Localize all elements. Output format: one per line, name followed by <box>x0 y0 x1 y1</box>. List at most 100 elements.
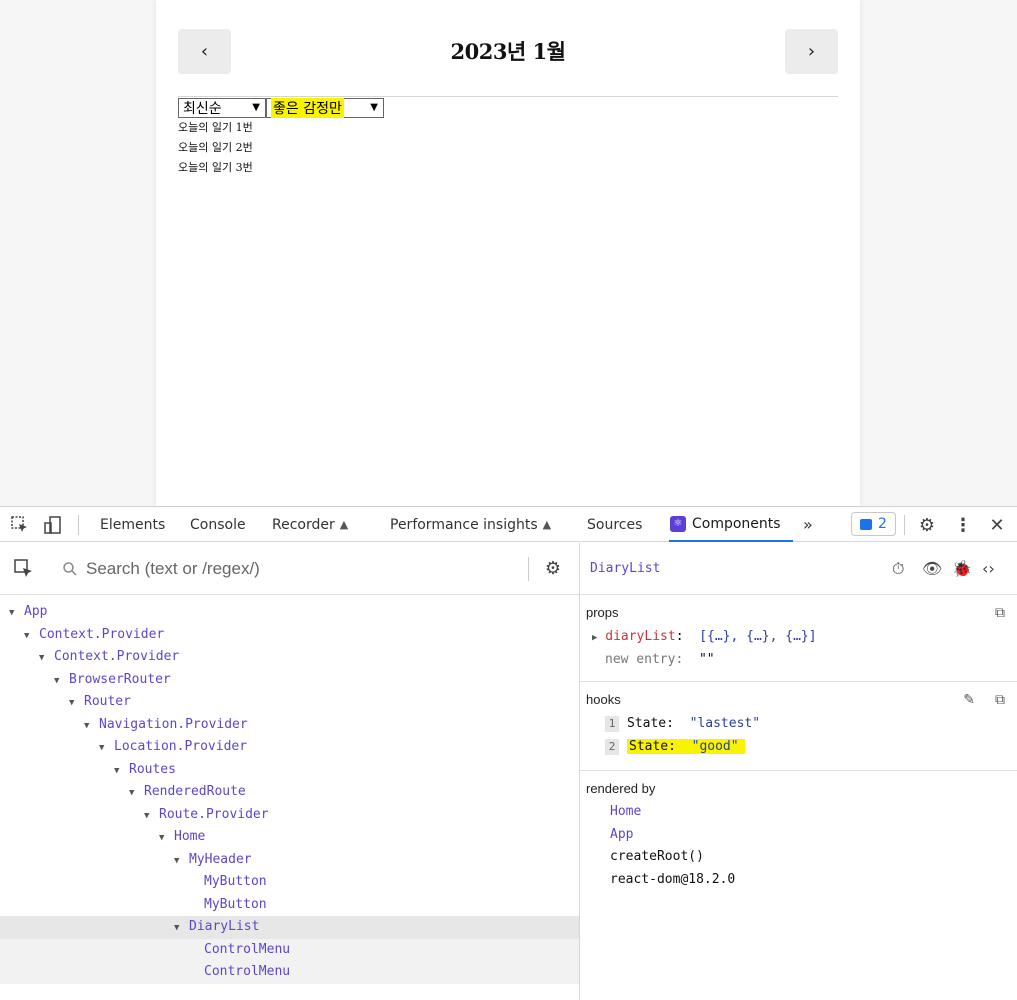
tree-row-browserrouter[interactable]: ▼ BrowserRouter <box>0 669 579 692</box>
tab-elements[interactable]: Elements <box>100 507 165 542</box>
tree-row-label: App <box>24 604 48 619</box>
close-icon[interactable]: ✕ <box>987 515 1007 536</box>
caret-down-icon[interactable]: ▼ <box>144 805 159 827</box>
select-element-icon[interactable] <box>14 559 34 579</box>
caret-right-icon[interactable]: ▶ <box>592 633 597 643</box>
tree-row-diarylist[interactable]: ▼ DiaryList <box>0 916 579 939</box>
react-icon: ⚛ <box>670 515 686 532</box>
caret-down-icon[interactable]: ▼ <box>39 647 54 669</box>
tree-searchbar: ⚙ <box>0 543 579 595</box>
hook-row[interactable]: 1 State: "lastest" <box>580 712 1017 735</box>
prop-separator: : <box>675 652 684 667</box>
stopwatch-icon[interactable]: ⏱ <box>892 559 904 579</box>
tree-row-route-provider[interactable]: ▼ Route.Provider <box>0 804 579 827</box>
device-toolbar-icon[interactable] <box>43 515 63 535</box>
flask-icon: ▲ <box>339 518 349 531</box>
header-divider <box>178 96 838 97</box>
caret-down-icon[interactable]: ▼ <box>54 670 69 692</box>
prop-value: "" <box>698 652 715 667</box>
caret-down-icon[interactable]: ▼ <box>114 760 129 782</box>
tree-row-label: Router <box>84 694 131 709</box>
tree-row-renderedroute[interactable]: ▼ RenderedRoute <box>0 781 579 804</box>
flask-icon: ▲ <box>542 518 552 531</box>
rendered-by-item[interactable]: Home <box>580 801 1017 824</box>
caret-down-icon[interactable]: ▼ <box>69 692 84 714</box>
tab-label: Sources <box>587 516 643 533</box>
prop-key: diaryList <box>605 629 676 644</box>
control-menu: 최신순 ▼ 좋은 감정만 ▼ <box>178 98 384 118</box>
issues-badge[interactable]: 2 <box>851 512 896 536</box>
filter-select[interactable]: 좋은 감정만 ▼ <box>266 98 384 118</box>
magic-wand-icon[interactable]: ✎ <box>963 692 975 708</box>
tree-row-label: MyButton <box>204 874 267 889</box>
component-tree: ▼ App ▼ Context.Provider ▼ Context.Provider ▼ B… <box>0 601 579 984</box>
tree-row-label: Home <box>174 829 206 844</box>
more-tabs-button[interactable]: » <box>803 507 813 542</box>
hook-value: "good" <box>691 739 739 754</box>
caret-down-icon[interactable]: ▼ <box>174 850 189 872</box>
prop-row[interactable]: new entry: "" <box>580 648 1017 671</box>
caret-down-icon[interactable]: ▼ <box>24 625 39 647</box>
prop-row[interactable]: ▶ diaryList: [{…}, {…}, {…}] <box>580 625 1017 648</box>
props-title: props <box>586 605 619 620</box>
message-icon <box>860 518 873 530</box>
tab-recorder[interactable]: Recorder ▲ <box>272 507 348 542</box>
tree-row-navigation-provider[interactable]: ▼ Navigation.Provider <box>0 714 579 737</box>
devtools-panel: Elements Console Recorder ▲ Performance i… <box>0 506 1017 1000</box>
chevron-down-icon: ▼ <box>252 102 260 113</box>
tree-row-home[interactable]: ▼ Home <box>0 826 579 849</box>
gear-icon[interactable]: ⚙ <box>917 515 937 536</box>
copy-icon[interactable]: ⧉ <box>995 605 1005 621</box>
gear-icon[interactable]: ⚙ <box>543 558 563 579</box>
prop-separator: : <box>675 629 684 644</box>
inspector-panel: DiaryList ⏱ 👁 🐞 ‹› props ⧉ ▶ diaryList: … <box>580 543 1017 1000</box>
tab-label: Console <box>190 516 246 533</box>
tree-row-mybutton[interactable]: MyButton <box>0 894 579 917</box>
eye-icon[interactable]: 👁 <box>922 559 942 578</box>
tree-row-myheader[interactable]: ▼ MyHeader <box>0 849 579 872</box>
caret-down-icon[interactable]: ▼ <box>84 715 99 737</box>
tree-row-controlmenu[interactable]: ControlMenu <box>0 961 579 984</box>
more-tabs-label: » <box>803 515 813 534</box>
caret-down-icon[interactable]: ▼ <box>129 782 144 804</box>
chevron-down-icon: ▼ <box>370 102 378 113</box>
issues-count: 2 <box>878 516 887 532</box>
tree-row-label: Route.Provider <box>159 806 269 822</box>
tab-components[interactable]: ⚛ Components <box>669 507 793 542</box>
code-icon[interactable]: ‹› <box>982 559 995 578</box>
hook-row[interactable]: 2 State: "good" <box>580 735 1017 758</box>
tree-row-location-provider[interactable]: ▼ Location.Provider <box>0 736 579 759</box>
list-item: 오늘의 일기 1번 <box>178 121 253 134</box>
tree-row-mybutton[interactable]: MyButton <box>0 871 579 894</box>
tab-performance-insights[interactable]: Performance insights ▲ <box>390 507 551 542</box>
caret-down-icon[interactable]: ▼ <box>99 737 114 759</box>
tree-row-label: Navigation.Provider <box>99 716 248 732</box>
inspector-header: DiaryList ⏱ 👁 🐞 ‹› <box>580 543 1017 595</box>
caret-down-icon[interactable]: ▼ <box>174 917 189 939</box>
rendered-by-title: rendered by <box>586 781 656 796</box>
hook-index: 1 <box>605 716 619 732</box>
search-input[interactable] <box>86 557 516 581</box>
tree-row-controlmenu[interactable]: ControlMenu <box>0 938 579 961</box>
sort-select[interactable]: 최신순 ▼ <box>178 98 266 118</box>
tree-row-label: ControlMenu <box>204 964 291 979</box>
tree-row-router[interactable]: ▼ Router <box>0 691 579 714</box>
tree-row-app[interactable]: ▼ App <box>0 601 579 624</box>
rendered-by-item: react-dom@18.2.0 <box>610 871 736 887</box>
inspect-element-icon[interactable] <box>10 515 30 535</box>
tree-row-routes[interactable]: ▼ Routes <box>0 759 579 782</box>
tree-row-context-provider[interactable]: ▼ Context.Provider <box>0 646 579 669</box>
copy-icon[interactable]: ⧉ <box>995 692 1005 708</box>
caret-down-icon[interactable]: ▼ <box>9 602 24 624</box>
tab-console[interactable]: Console <box>190 507 246 542</box>
tree-row-label: MyButton <box>204 896 267 912</box>
more-options-icon[interactable]: ⋮ <box>953 515 973 536</box>
tree-row-context-provider[interactable]: ▼ Context.Provider <box>0 624 579 647</box>
next-month-button[interactable]: › <box>785 29 838 74</box>
tab-sources[interactable]: Sources <box>587 507 642 542</box>
rendered-by-item[interactable]: App <box>580 824 1017 847</box>
caret-down-icon[interactable]: ▼ <box>159 827 174 849</box>
bug-icon[interactable]: 🐞 <box>952 559 972 578</box>
browser-viewport: ‹ 2023년 1월 › 최신순 ▼ 좋은 감정만 ▼ 오늘의 일기 1번 오늘… <box>0 0 1017 506</box>
prop-value: [{…}, {…}, {…}] <box>699 629 817 644</box>
